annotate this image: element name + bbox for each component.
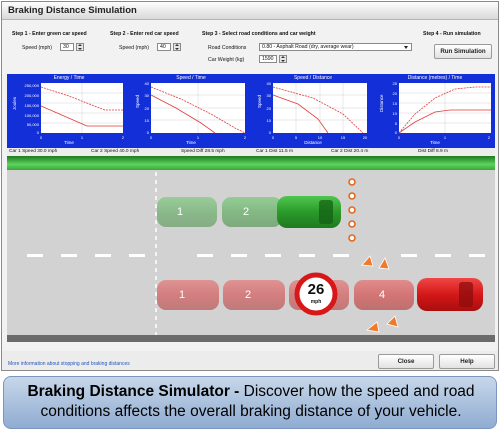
ytick: 15 [393,101,398,106]
xtick: 1 [444,135,447,140]
speed-time-graph: Speed / Time Speed Time 40 30 20 10 0 0 … [131,74,251,148]
step4-heading: Step 4 - Run simulation [423,31,481,37]
ytick: 30 [267,93,272,98]
car-weight-stepper[interactable] [279,55,287,63]
caption-text: Braking Distance Simulator - Discover ho… [4,382,498,422]
xtick: 5 [295,135,298,140]
ytick: 10 [267,118,272,123]
xtick: 2 [488,135,491,140]
car2-dist-stat: Car 2 Dist 20.4 m [331,149,369,154]
distance-time-graph: Distance (metres) / Time Distance Time 2… [375,74,495,148]
step1-heading: Step 1 - Enter green car speed [12,31,87,37]
ytick: 40 [267,81,272,86]
energy-time-plot: 250,000 200,000 150,000 100,000 50,000 0… [25,83,125,140]
chevron-down-icon[interactable] [404,46,408,49]
ytick: 25 [393,81,398,86]
car-weight-input[interactable]: 1590 [259,55,277,63]
ytick: 150,000 [25,103,40,108]
ytick: 40 [145,81,150,86]
xtick: 0 [272,135,275,140]
red-ghost-label: 2 [245,289,252,301]
xtick: 2 [122,135,125,140]
green-ghost-label: 2 [243,206,250,218]
car1-speed-stat: Car 1 Speed 30.0 mph [9,149,58,154]
energy-time-graph: Energy / Time Joules Time 250,000 200,00… [9,74,129,148]
green-speed-label: Speed (mph) [22,45,52,51]
ytick: 20 [145,106,150,111]
road-conditions-select[interactable]: 0.80 - Asphalt Road (dry, average wear) [259,43,412,51]
speed-sign-value: 26 [307,281,325,298]
xtick: 0 [40,135,43,140]
xtick: 10 [318,135,323,140]
stats-bar: Car 1 Speed 30.0 mph Car 2 Speed 40.0 mp… [7,148,495,156]
green-ghost-label: 1 [177,206,184,218]
step2-heading: Step 2 - Enter red car speed [110,31,179,37]
speed-diff-stat: Speed Diff 28.5 mph [181,149,225,154]
ytick: 100,000 [25,113,40,118]
title-bar: Braking Distance Simulation [2,2,498,20]
red-speed-input[interactable]: 40 [157,43,171,51]
xtick: 0 [150,135,153,140]
caption-banner: Braking Distance Simulator - Discover ho… [3,376,497,429]
distance-time-plot: 25 20 15 10 5 0 0 1 2 [393,81,491,140]
speed-sign-unit: mph [310,299,322,305]
ytick: 10 [393,111,398,116]
red-speed-stepper[interactable] [173,43,181,51]
road-conditions-label: Road Conditions [208,45,247,51]
speed-distance-graph: Speed / Distance Speed Distance 40 30 20… [253,74,373,148]
run-simulation-button[interactable]: Run Simulation [434,44,492,59]
xtick: 2 [244,135,247,140]
footer-bar: More information about stopping and brak… [2,351,498,370]
ytick: 5 [395,121,398,126]
green-speed-stepper[interactable] [76,43,84,51]
xtick: 15 [341,135,346,140]
info-link[interactable]: More information about stopping and brak… [8,361,130,367]
xtick: 1 [197,135,200,140]
speed-time-plot: 40 30 20 10 0 0 1 2 [145,81,247,140]
close-button[interactable]: Close [378,354,434,369]
car1-dist-stat: Car 1 Dist 11.5 m [256,149,293,154]
dist-diff-stat: Dist Diff 8.9 m [418,149,449,154]
ytick: 10 [145,118,150,123]
red-ghost-label: 1 [179,289,186,301]
xtick: 20 [363,135,368,140]
help-button[interactable]: Help [439,354,495,369]
simulation-window: Braking Distance Simulation Step 1 - Ent… [1,1,499,371]
ytick: 250,000 [25,83,40,88]
window-title: Braking Distance Simulation [8,5,137,16]
grass-verge [7,156,495,170]
xtick: 1 [81,135,84,140]
xtick: 0 [398,135,401,140]
red-ghost-label: 4 [379,289,386,301]
red-speed-label: Speed (mph) [119,45,149,51]
ytick: 20 [267,106,272,111]
road-scene: 1 2 1 2 4 26 mph [7,170,495,342]
green-speed-input[interactable]: 30 [60,43,74,51]
graph-panel: Energy / Time Joules Time 250,000 200,00… [7,74,495,148]
ytick: 50,000 [27,122,40,127]
road-graphics [7,172,495,342]
ytick: 200,000 [25,93,40,98]
step3-heading: Step 3 - Select road conditions and car … [202,31,316,37]
ytick: 30 [145,93,150,98]
car-weight-label: Car Weight (kg) [208,57,245,63]
ytick: 20 [393,91,398,96]
car2-speed-stat: Car 2 Speed 40.0 mph [91,149,140,154]
speed-distance-plot: 40 30 20 10 0 0 5 10 15 20 [267,81,368,140]
caption-bold: Braking Distance Simulator - [27,383,240,400]
